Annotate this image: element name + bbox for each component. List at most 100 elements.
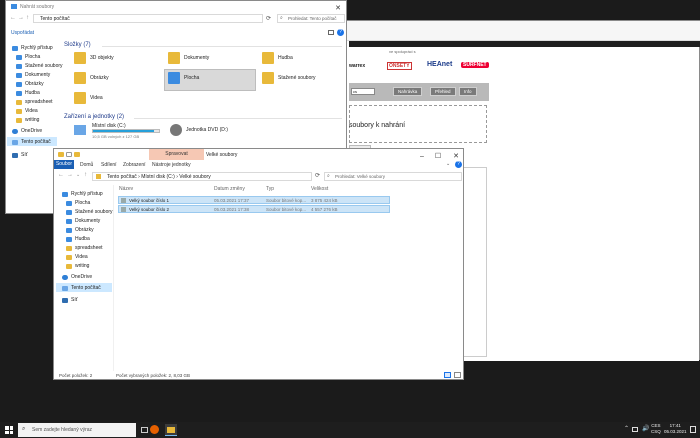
folder-pictures[interactable]: Obrázky (74, 72, 109, 84)
sidebar-item-spreadsheet[interactable]: spreadsheet (66, 244, 103, 252)
search-box[interactable]: Prohledat: Velké soubory (324, 172, 462, 181)
ribbon-manage-tab[interactable]: Spravovat (149, 149, 204, 160)
firefox-icon[interactable] (150, 425, 159, 434)
sidebar-item-network[interactable]: Síť (62, 296, 78, 304)
sidebar-item-spreadsheet[interactable]: spreadsheet (16, 98, 53, 106)
tab-home[interactable]: Domů (80, 162, 93, 168)
devices-header[interactable]: Zařízení a jednotky (2) (64, 114, 124, 120)
sidebar-label: Plocha (75, 200, 91, 206)
search-box[interactable]: Prohledat: Tento počítač (277, 14, 345, 23)
sidebar-item-desktop[interactable]: Plocha (66, 199, 90, 207)
folder-icon (16, 117, 22, 123)
breadcrumb-big-files[interactable]: Velké soubory (179, 174, 210, 180)
tiles-view-icon[interactable] (454, 372, 461, 378)
up-arrow-icon[interactable]: ↑ (84, 172, 87, 178)
details-view-icon[interactable] (444, 372, 451, 378)
tab-prehled[interactable]: Přehled (430, 87, 456, 96)
sidebar-item-downloads[interactable]: Stažené soubory (66, 208, 113, 216)
view-icon[interactable] (328, 30, 334, 35)
sidebar-item-music[interactable]: Hudba (66, 235, 90, 243)
folder-3d-objects[interactable]: 3D objekty (74, 52, 114, 64)
drive-d[interactable]: Jednotka DVD (D:) (170, 124, 228, 136)
sidebar-item-quick-access[interactable]: Rychlý přístup (12, 44, 53, 52)
logo-onsety: ONSETY (387, 62, 412, 70)
tab-file[interactable]: Soubor (54, 160, 74, 169)
forward-arrow-icon[interactable]: → (18, 15, 24, 21)
refresh-icon[interactable]: ⟳ (315, 172, 320, 179)
tray-chevron-icon[interactable]: ⌃ (624, 425, 629, 432)
nav-select[interactable]: cs (351, 88, 375, 95)
tab-share[interactable]: Sdílení (101, 162, 117, 168)
sidebar-item-this-pc[interactable]: Tento počítač (62, 284, 101, 292)
sidebar-item-quick-access[interactable]: Rychlý přístup (62, 190, 103, 198)
column-size[interactable]: Velikost (311, 186, 328, 192)
sidebar-item-writing[interactable]: writing (16, 116, 39, 124)
sidebar-item-this-pc[interactable]: Tento počítač (12, 138, 51, 146)
sidebar-item-music[interactable]: Hudba (16, 89, 40, 97)
file-icon (121, 198, 126, 203)
up-arrow-icon[interactable]: ↑ (26, 15, 29, 21)
sidebar-item-downloads[interactable]: Stažené soubory (16, 62, 63, 70)
sidebar-item-network[interactable]: Síť (12, 151, 28, 159)
sidebar-item-pictures[interactable]: Obrázky (66, 226, 94, 234)
folders-header[interactable]: Složky (7) (64, 42, 91, 48)
table-row[interactable]: Velký soubor číslo 1 05.03.2021 17:37 So… (118, 196, 390, 204)
breadcrumb-this-pc[interactable]: Tento počítač (107, 174, 137, 180)
language-indicator[interactable]: CES CSQ (651, 423, 661, 435)
table-row[interactable]: Velký soubor číslo 2 05.03.2021 17:38 So… (118, 205, 390, 213)
refresh-icon[interactable]: ⟳ (266, 15, 271, 22)
clock[interactable]: 17:41 05.03.2021 (664, 423, 687, 435)
recent-dropdown-icon[interactable]: ⌄ (76, 172, 80, 178)
sidebar-item-documents[interactable]: Dokumenty (66, 217, 100, 225)
close-icon[interactable]: ✕ (330, 1, 346, 15)
tab-view[interactable]: Zobrazení (123, 162, 146, 168)
volume-icon[interactable]: 🔊 (642, 425, 649, 432)
forward-arrow-icon[interactable]: → (67, 172, 73, 178)
logo-surfnet: SURFNET (461, 62, 489, 68)
sidebar-item-writing[interactable]: writing (66, 262, 89, 270)
address-bar[interactable]: Tento počítač (33, 14, 263, 23)
column-date[interactable]: Datum změny (214, 186, 245, 192)
folder-music[interactable]: Hudba (262, 52, 293, 64)
logo-warrex: warrex (349, 63, 366, 69)
file-explorer-taskbar-icon[interactable] (165, 424, 177, 436)
folder-label: 3D objekty (90, 55, 114, 61)
sidebar-item-onedrive[interactable]: OneDrive (12, 127, 42, 135)
address-bar[interactable]: Tento počítač › Místní disk (C:) › Velké… (92, 172, 312, 181)
sidebar-item-onedrive[interactable]: OneDrive (62, 273, 92, 281)
folder-desktop[interactable]: Plocha (168, 72, 199, 84)
sidebar-item-videos[interactable]: Videa (66, 253, 88, 261)
properties-icon[interactable] (66, 152, 72, 157)
column-name[interactable]: Název (119, 186, 133, 192)
task-view-icon[interactable] (141, 427, 148, 433)
new-folder-icon[interactable] (74, 152, 80, 157)
cloud-icon (62, 274, 68, 280)
maximize-icon[interactable]: ☐ (430, 149, 446, 163)
folder-downloads[interactable]: Stažené soubory (262, 72, 316, 84)
expand-ribbon-icon[interactable]: ⌄ (446, 161, 450, 167)
column-type[interactable]: Typ (266, 186, 274, 192)
notifications-icon[interactable] (690, 426, 696, 433)
breadcrumb-drive-c[interactable]: Místní disk (C:) (141, 174, 175, 180)
file-date: 05.03.2021 17:37 (214, 198, 250, 203)
sidebar-item-desktop[interactable]: Plocha (16, 53, 40, 61)
folder-documents[interactable]: Dokumenty (168, 52, 209, 64)
network-tray-icon[interactable] (632, 427, 638, 432)
taskbar-search[interactable]: Sem zadejte hledaný výraz (18, 423, 136, 437)
sidebar-item-pictures[interactable]: Obrázky (16, 80, 44, 88)
back-arrow-icon[interactable]: ← (58, 172, 64, 178)
back-arrow-icon[interactable]: ← (10, 15, 16, 21)
drive-c[interactable]: Místní disk (C:) 10,5 GB volných z 127 G… (74, 123, 166, 141)
organize-menu[interactable]: Uspořádat (11, 30, 34, 36)
tab-drive-tools[interactable]: Nástroje jednotky (152, 162, 191, 168)
minimize-icon[interactable]: – (414, 149, 430, 163)
sidebar-item-documents[interactable]: Dokumenty (16, 71, 50, 79)
help-icon[interactable]: ? (337, 29, 344, 36)
tab-info[interactable]: Info (459, 87, 477, 96)
folder-videos[interactable]: Videa (74, 92, 103, 104)
start-icon[interactable] (5, 426, 13, 434)
tab-nahravka[interactable]: Nahrávka (393, 87, 423, 96)
help-icon[interactable]: ? (455, 161, 462, 168)
sidebar-item-videos[interactable]: Videa (16, 107, 38, 115)
documents-icon (66, 218, 72, 224)
